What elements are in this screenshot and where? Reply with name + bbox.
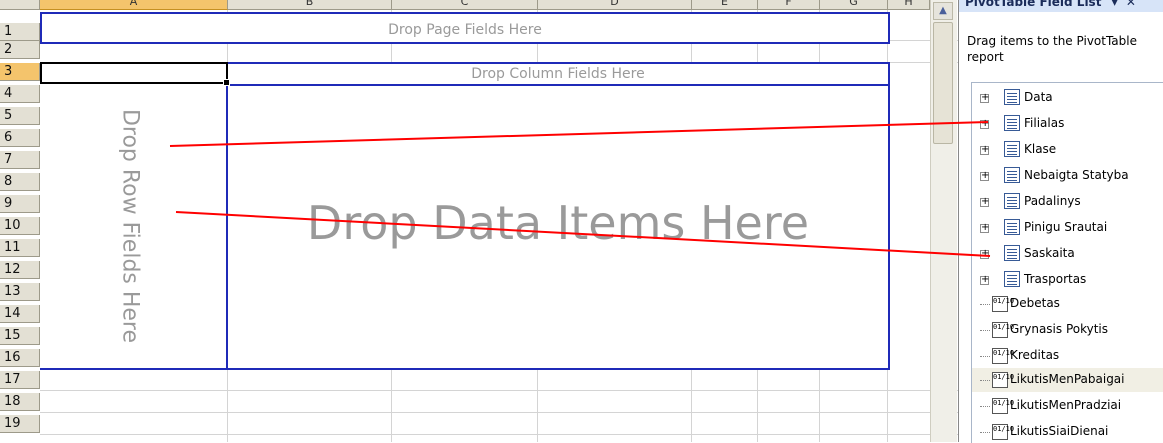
annotation-line-saskaita xyxy=(175,211,991,257)
annotation-line-filialas xyxy=(169,121,989,147)
annotation-overlay xyxy=(169,121,991,257)
